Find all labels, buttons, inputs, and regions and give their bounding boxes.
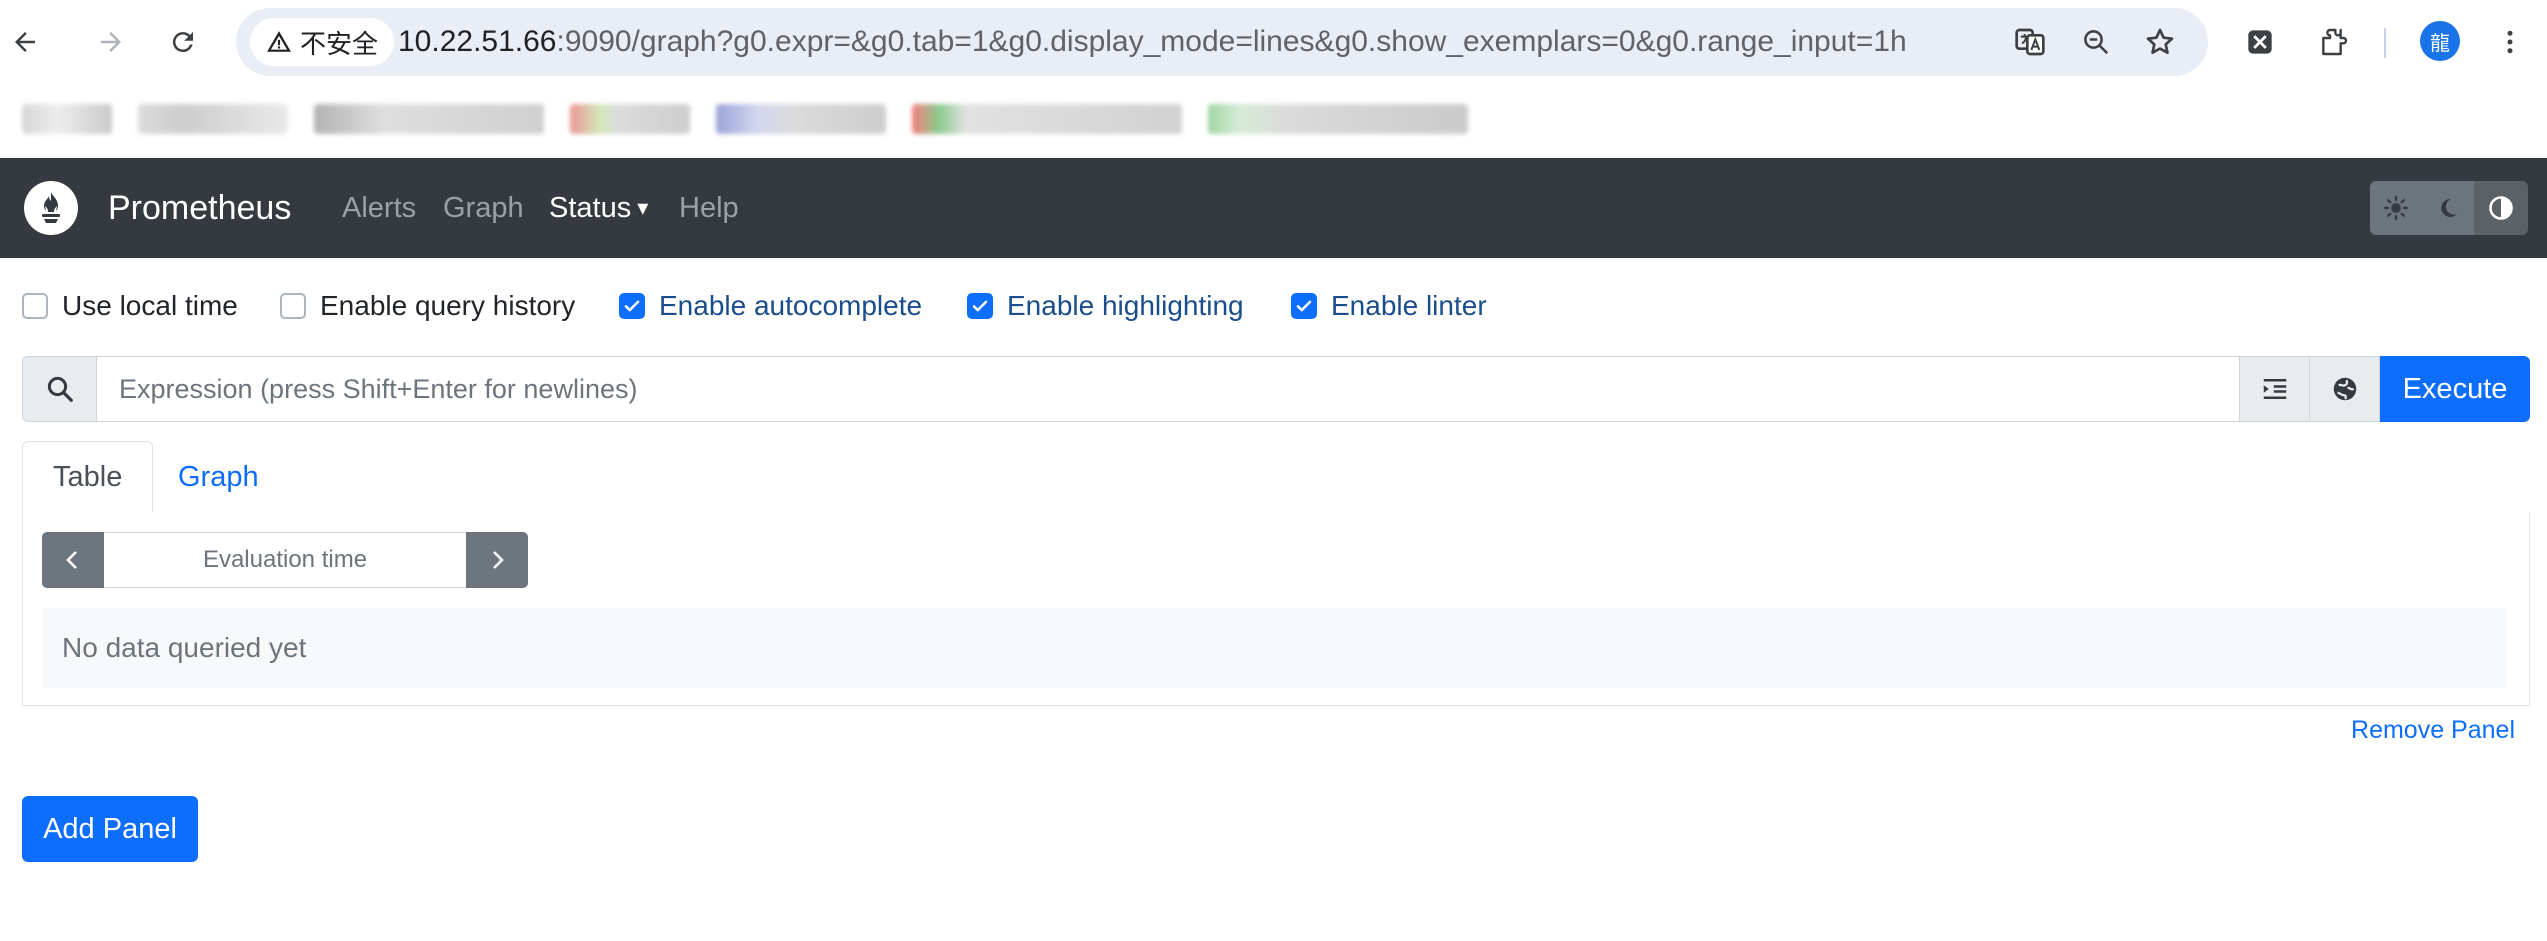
arrow-right-icon: [101, 32, 121, 52]
bookmark-item[interactable]: [912, 104, 1182, 134]
warning-icon: [267, 31, 291, 52]
bookmark-item[interactable]: [22, 104, 112, 134]
x-extension-icon: [2248, 30, 2272, 54]
no-data-message: No data queried yet: [42, 608, 2506, 688]
zoom-out-icon: [2084, 30, 2109, 55]
tab-graph[interactable]: Graph: [148, 441, 289, 513]
option-use-local-time[interactable]: Use local time: [22, 286, 238, 326]
option-label: Use local time: [62, 290, 238, 321]
url-host: 10.22.51.66: [398, 25, 557, 58]
extension-x-button[interactable]: [2236, 18, 2284, 66]
tab-table[interactable]: Table: [22, 441, 154, 513]
dark-theme-button[interactable]: [2422, 181, 2474, 235]
auto-theme-button[interactable]: [2474, 181, 2528, 235]
evaluation-time-input[interactable]: Evaluation time: [104, 532, 466, 588]
toolbar-divider: [2384, 28, 2386, 58]
browser-menu-button[interactable]: [2486, 18, 2534, 66]
check-icon: [1296, 300, 1312, 312]
nav-help[interactable]: Help: [679, 181, 739, 235]
option-autocomplete[interactable]: Enable autocomplete: [619, 286, 922, 326]
option-highlighting[interactable]: Enable highlighting: [967, 286, 1244, 326]
nav-status-dropdown[interactable]: Status ▾: [549, 181, 648, 235]
sun-icon: [2383, 195, 2409, 221]
star-icon: [2146, 28, 2174, 54]
brand-title[interactable]: Prometheus: [108, 181, 291, 235]
theme-toggle-group: [2370, 181, 2528, 235]
kebab-menu-icon: [2507, 30, 2513, 54]
reload-icon: [172, 32, 193, 53]
check-icon: [624, 300, 640, 312]
light-theme-button[interactable]: [2370, 181, 2422, 235]
translate-button[interactable]: [2006, 18, 2054, 66]
bookmark-item[interactable]: [138, 104, 288, 134]
profile-initial: 龍: [2430, 32, 2450, 55]
bookmark-item[interactable]: [570, 104, 690, 134]
extensions-button[interactable]: [2310, 18, 2358, 66]
puzzle-icon: [2322, 28, 2348, 56]
bookmark-star-button[interactable]: [2136, 18, 2184, 66]
format-expression-button[interactable]: [2240, 356, 2310, 422]
nav-status-label: Status: [549, 192, 632, 224]
zoom-button[interactable]: [2072, 18, 2120, 66]
checkbox[interactable]: [22, 293, 48, 319]
indent-icon: [2263, 379, 2286, 399]
globe-icon: [2333, 377, 2356, 401]
option-label: Enable autocomplete: [659, 290, 923, 321]
contrast-icon: [2489, 196, 2513, 220]
bookmark-item[interactable]: [314, 104, 544, 134]
remove-panel-link[interactable]: Remove Panel: [2351, 716, 2515, 745]
checkbox-checked[interactable]: [1291, 293, 1317, 319]
option-linter[interactable]: Enable linter: [1291, 286, 1487, 326]
prometheus-logo[interactable]: [24, 181, 78, 235]
chevron-down-icon: ▾: [637, 195, 649, 220]
bookmark-item[interactable]: [1208, 104, 1468, 134]
add-panel-button[interactable]: Add Panel: [22, 796, 198, 862]
option-label: Enable highlighting: [1007, 290, 1244, 321]
nav-alerts[interactable]: Alerts: [342, 181, 416, 235]
checkbox-checked[interactable]: [619, 293, 645, 319]
security-label: 不安全: [300, 28, 379, 59]
reload-button[interactable]: [159, 18, 207, 66]
url-path: :9090/graph?g0.expr=&g0.tab=1&g0.display…: [556, 25, 1907, 58]
checkbox[interactable]: [280, 293, 306, 319]
prometheus-flame-icon: [42, 192, 60, 223]
option-query-history[interactable]: Enable query history: [280, 286, 575, 326]
chevron-right-icon: [493, 551, 504, 569]
profile-avatar[interactable]: 龍: [2420, 21, 2460, 61]
option-label: Enable query history: [320, 290, 576, 321]
search-icon: [47, 376, 73, 402]
next-time-button[interactable]: [466, 532, 528, 588]
back-button[interactable]: [1, 18, 49, 66]
forward-button[interactable]: [87, 18, 135, 66]
expression-input[interactable]: [96, 356, 2240, 422]
metrics-explorer-button[interactable]: [2310, 356, 2380, 422]
security-chip[interactable]: 不安全: [250, 18, 395, 66]
moon-icon: [2441, 198, 2457, 217]
chevron-left-icon: [66, 551, 77, 569]
checkbox-checked[interactable]: [967, 293, 993, 319]
bookmarks-bar: [22, 102, 1502, 136]
expression-bar: Execute: [22, 356, 2530, 422]
translate-icon: [2015, 28, 2045, 56]
check-icon: [972, 300, 988, 312]
execute-button[interactable]: Execute: [2380, 356, 2530, 422]
url-text[interactable]: 10.22.51.66:9090/graph?g0.expr=&g0.tab=1…: [398, 8, 1907, 76]
arrow-left-icon: [15, 32, 35, 52]
option-label: Enable linter: [1331, 290, 1487, 321]
evaluation-time-group: Evaluation time: [42, 532, 528, 588]
nav-graph[interactable]: Graph: [443, 181, 524, 235]
search-addon: [22, 356, 96, 422]
bookmark-item[interactable]: [716, 104, 886, 134]
address-bar[interactable]: 不安全 10.22.51.66:9090/graph?g0.expr=&g0.t…: [236, 8, 2208, 76]
previous-time-button[interactable]: [42, 532, 104, 588]
